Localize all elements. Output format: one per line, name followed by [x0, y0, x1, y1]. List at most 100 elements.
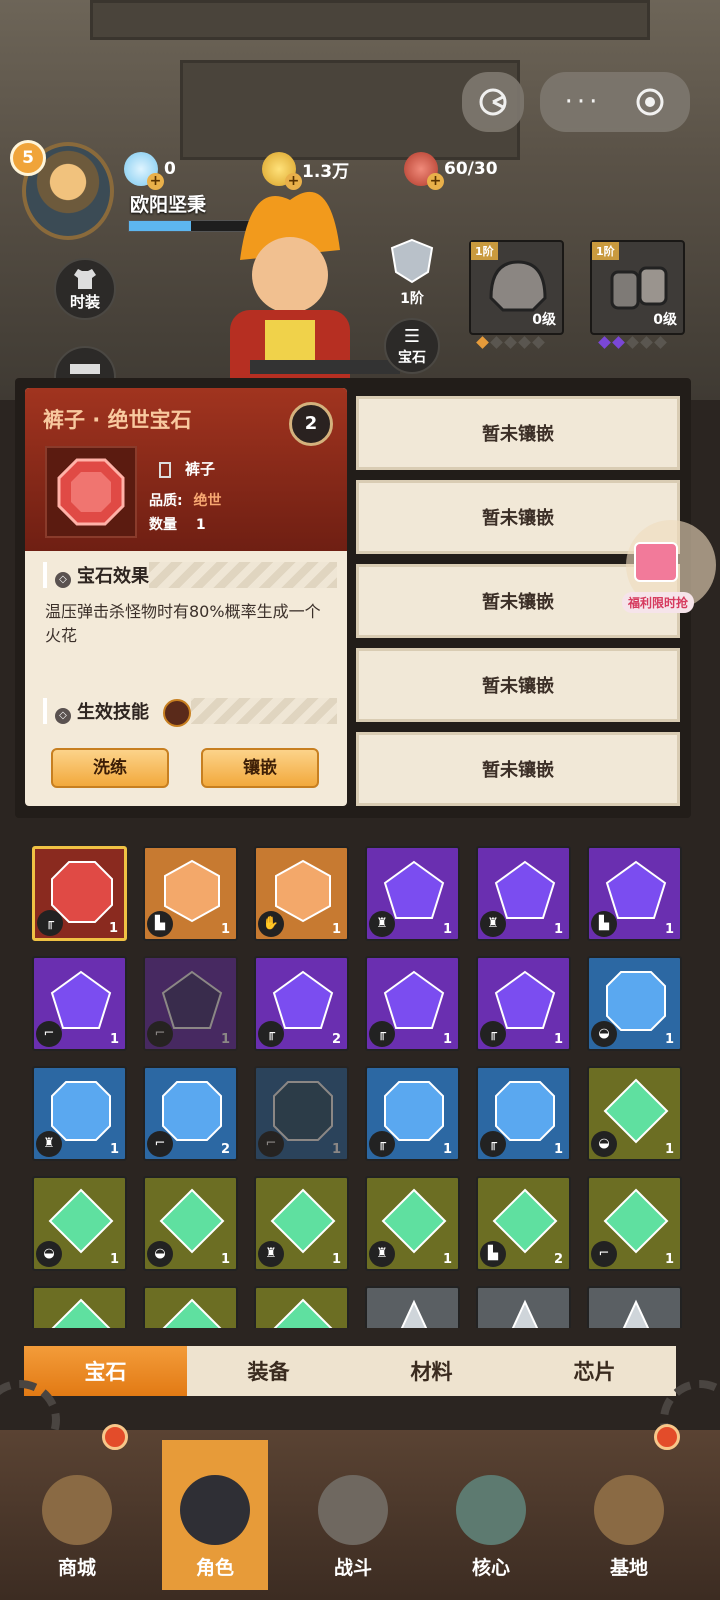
- slot-info: 裤子: [159, 458, 215, 479]
- gem-detail-header: 裤子 · 绝世宝石 2 裤子 品质: 绝世 数量 1: [25, 388, 347, 551]
- nav-core[interactable]: 核心: [438, 1440, 544, 1590]
- gem-cell[interactable]: [32, 1286, 127, 1328]
- gem-cell[interactable]: ⌐ 1: [143, 956, 238, 1051]
- green-gem-icon: [273, 1298, 333, 1328]
- armor-icon: ♜: [480, 911, 506, 937]
- game-menu-button[interactable]: [462, 72, 524, 132]
- miniprogram-capsule: ···: [540, 72, 690, 132]
- character-icon: [180, 1475, 250, 1545]
- nav-core-label: 核心: [471, 1557, 510, 1579]
- tab-gem[interactable]: 宝石: [24, 1346, 187, 1396]
- fashion-button[interactable]: 时装: [54, 258, 116, 320]
- gloves-level: 0级: [653, 312, 677, 328]
- gem-cell[interactable]: ♜ 1: [476, 846, 571, 941]
- fashion-label: 时装: [69, 292, 100, 311]
- gem-preview: [45, 446, 137, 538]
- gem-cell[interactable]: ◒ 1: [143, 1176, 238, 1271]
- diamond-resource[interactable]: + 0: [124, 152, 176, 190]
- gem-side-button[interactable]: ☰ 宝石: [384, 318, 440, 374]
- gem-cell[interactable]: ✋ 1: [254, 846, 349, 941]
- gem-cell[interactable]: ♜ 1: [365, 1176, 460, 1271]
- empty-socket-label: 暂未镶嵌: [482, 592, 554, 613]
- pants-icon: ╓: [369, 1131, 395, 1157]
- gem-cell[interactable]: ♜ 1: [254, 1176, 349, 1271]
- gloves-slot[interactable]: 1阶 0级: [590, 240, 685, 335]
- gem-count: 1: [220, 922, 230, 937]
- meat-resource[interactable]: + 60/30: [404, 152, 498, 190]
- gem-cell[interactable]: ╓ 1: [476, 956, 571, 1051]
- gem-cell[interactable]: ⌐ 1: [587, 1176, 682, 1271]
- helmet-icon: ◒: [591, 1131, 617, 1157]
- effect-section-title: 宝石效果: [77, 566, 149, 587]
- hero-character: [230, 191, 400, 400]
- empty-socket-5[interactable]: 暂未镶嵌: [356, 732, 680, 806]
- boots-icon: ▙: [591, 911, 617, 937]
- inventory-tabs: 宝石 装备 材料 芯片: [24, 1346, 676, 1396]
- pants-icon: ╓: [480, 1021, 506, 1047]
- helmet-icon: ◒: [147, 1241, 173, 1267]
- gray-gem-icon: [622, 1299, 650, 1328]
- nav-battle[interactable]: 战斗: [300, 1440, 406, 1590]
- gem-cell[interactable]: [365, 1286, 460, 1328]
- skill-icon[interactable]: [163, 699, 192, 727]
- gem-cell[interactable]: ⌐ 1: [32, 956, 127, 1051]
- gem-side-label: 宝石: [398, 349, 426, 366]
- gem-cell[interactable]: ◒ 1: [32, 1176, 127, 1271]
- gem-cell[interactable]: ╓ 1: [365, 956, 460, 1051]
- gem-count: 1: [442, 922, 452, 937]
- gem-cell[interactable]: ♜ 1: [365, 846, 460, 941]
- shop-notification-badge: [102, 1424, 128, 1450]
- rank-label: 1阶: [400, 291, 424, 307]
- more-options-icon[interactable]: ···: [565, 87, 602, 117]
- tab-chip[interactable]: 芯片: [513, 1346, 676, 1396]
- gloves-gem-dots: [598, 336, 667, 349]
- skill-section-title: 生效技能: [77, 702, 149, 723]
- gem-detail-title: 裤子 · 绝世宝石: [43, 408, 192, 432]
- player-level-badge: 5: [10, 140, 46, 176]
- gem-cell[interactable]: ▙ 2: [476, 1176, 571, 1271]
- tab-material[interactable]: 材料: [350, 1346, 513, 1396]
- gem-cell[interactable]: ╓ 2: [254, 956, 349, 1051]
- pants-icon: [159, 461, 171, 478]
- gem-cell[interactable]: ▙ 1: [587, 846, 682, 941]
- gem-cell[interactable]: ╓ 1: [32, 846, 127, 941]
- battle-icon: [318, 1475, 388, 1545]
- gem-count: 1: [109, 1142, 119, 1157]
- tab-equipment-label: 装备: [247, 1360, 290, 1384]
- nav-base[interactable]: 基地: [576, 1440, 682, 1590]
- gem-cell[interactable]: ♜ 1: [32, 1066, 127, 1161]
- gem-cell[interactable]: [476, 1286, 571, 1328]
- inlay-button[interactable]: 镶嵌: [201, 748, 319, 788]
- nav-base-label: 基地: [609, 1557, 648, 1579]
- empty-socket-4[interactable]: 暂未镶嵌: [356, 648, 680, 722]
- slot-label: 裤子: [185, 460, 216, 478]
- effect-text: 温压弹击杀怪物时有80%概率生成一个火花: [45, 602, 321, 645]
- gem-cell[interactable]: ╓ 1: [476, 1066, 571, 1161]
- gem-count: 1: [442, 1032, 452, 1047]
- gem-cell[interactable]: [254, 1286, 349, 1328]
- close-target-icon[interactable]: [635, 87, 665, 117]
- promo-widget[interactable]: 福利限时抢: [612, 520, 720, 620]
- gem-cell[interactable]: [143, 1286, 238, 1328]
- nav-shop[interactable]: 商城: [24, 1440, 130, 1590]
- gem-cell[interactable]: ⌐ 1: [254, 1066, 349, 1161]
- switch-button[interactable]: 2: [289, 402, 333, 446]
- gem-cell[interactable]: ◒ 1: [587, 1066, 682, 1161]
- empty-socket-1[interactable]: 暂未镶嵌: [356, 396, 680, 470]
- refine-button[interactable]: 洗练: [51, 748, 169, 788]
- tab-equipment[interactable]: 装备: [187, 1346, 350, 1396]
- tab-chip-label: 芯片: [573, 1360, 616, 1384]
- helmet-slot[interactable]: 1阶 0级: [469, 240, 564, 335]
- gem-count: 1: [109, 1032, 119, 1047]
- gem-cell[interactable]: [587, 1286, 682, 1328]
- tab-gem-label: 宝石: [84, 1360, 127, 1384]
- gem-cell[interactable]: ▙ 1: [143, 846, 238, 941]
- gem-cell[interactable]: ╓ 1: [365, 1066, 460, 1161]
- pants-icon: ╓: [37, 910, 63, 936]
- rank-badge: 1阶: [384, 238, 440, 307]
- nav-character[interactable]: 角色: [162, 1440, 268, 1590]
- gem-cell[interactable]: ◒ 1: [587, 956, 682, 1051]
- helmet-level: 0级: [532, 312, 556, 328]
- gun-icon: ⌐: [591, 1241, 617, 1267]
- gem-cell[interactable]: ⌐ 2: [143, 1066, 238, 1161]
